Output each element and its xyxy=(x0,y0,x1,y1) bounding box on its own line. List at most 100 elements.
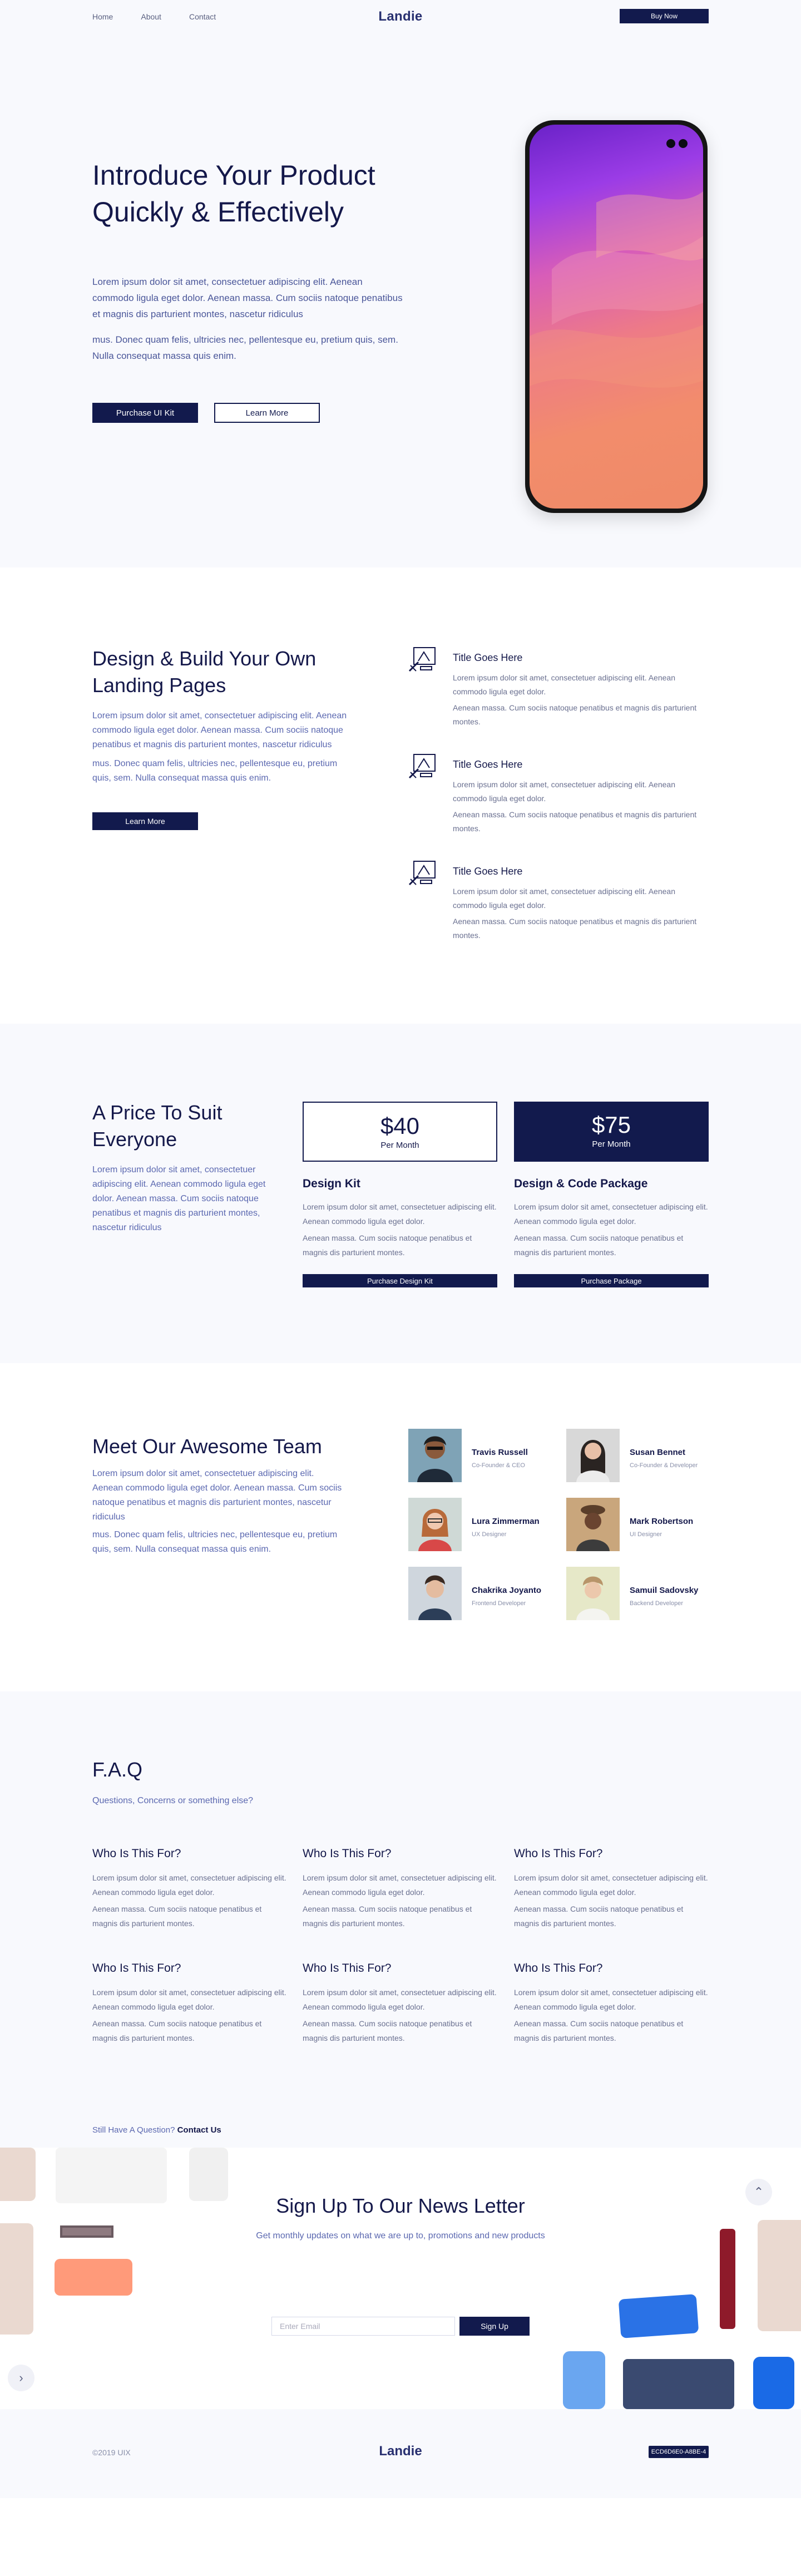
chevron-right-icon[interactable]: › xyxy=(8,2365,34,2391)
design-tool-icon xyxy=(408,861,436,886)
newsletter-title: Sign Up To Our News Letter xyxy=(276,2194,525,2217)
phone-case-image xyxy=(0,2148,36,2201)
faq-title: F.A.Q xyxy=(92,1758,143,1781)
faq-answer: Aenean massa. Cum sociis natoque penatib… xyxy=(514,2019,684,2042)
phone-case-image xyxy=(753,2357,794,2409)
purchase-package-button[interactable]: Purchase Package xyxy=(514,1274,709,1287)
member-name: Samuil Sadovsky xyxy=(630,1586,699,1595)
faq-answer: Lorem ipsum dolor sit amet, consectetuer… xyxy=(303,1988,497,2011)
feature-text: Aenean massa. Cum sociis natoque penatib… xyxy=(453,703,697,726)
team-member-card: Lura Zimmerman UX Designer xyxy=(408,1498,553,1551)
plan-text: Aenean massa. Cum sociis natoque penatib… xyxy=(303,1233,472,1257)
hero-paragraph-1: Lorem ipsum dolor sit amet, consectetuer… xyxy=(92,277,403,319)
faq-item: Who Is This For? Lorem ipsum dolor sit a… xyxy=(303,1962,497,2045)
sign-up-button[interactable]: Sign Up xyxy=(459,2317,530,2336)
avatar xyxy=(566,1498,620,1551)
team-member-card: Samuil Sadovsky Backend Developer xyxy=(566,1567,711,1620)
price-box: $40 Per Month xyxy=(303,1102,497,1162)
footer-tag-badge: ECD6D6E0-A8BE-4 xyxy=(649,2446,709,2458)
member-role: Backend Developer xyxy=(630,1600,684,1607)
member-role: UX Designer xyxy=(472,1531,507,1538)
avatar xyxy=(408,1498,462,1551)
plan-card-package: $75 Per Month Design & Code Package Lore… xyxy=(514,1102,709,1287)
team-member-card: Mark Robertson UI Designer xyxy=(566,1498,711,1551)
design-title: Design & Build Your Own Landing Pages xyxy=(92,647,317,697)
member-name: Lura Zimmerman xyxy=(472,1517,540,1526)
avatar xyxy=(408,1567,462,1620)
faq-answer: Aenean massa. Cum sociis natoque penatib… xyxy=(92,2019,262,2042)
purchase-design-kit-button[interactable]: Purchase Design Kit xyxy=(303,1274,497,1287)
faq-item: Who Is This For? Lorem ipsum dolor sit a… xyxy=(92,1847,287,1931)
email-field[interactable] xyxy=(271,2317,455,2336)
faq-answer: Lorem ipsum dolor sit amet, consectetuer… xyxy=(514,1873,708,1897)
faq-question: Who Is This For? xyxy=(514,1962,603,1975)
product-box-image xyxy=(623,2359,734,2409)
faq-item: Who Is This For? Lorem ipsum dolor sit a… xyxy=(92,1962,287,2045)
pricing-title: A Price To Suit Everyone xyxy=(92,1101,222,1151)
feature-text: Lorem ipsum dolor sit amet, consectetuer… xyxy=(453,780,675,803)
member-role: Co-Founder & CEO xyxy=(472,1462,525,1469)
plan-text: Lorem ipsum dolor sit amet, consectetuer… xyxy=(514,1202,708,1226)
team-section: Meet Our Awesome Team Lorem ipsum dolor … xyxy=(0,1363,801,1691)
faq-item: Who Is This For? Lorem ipsum dolor sit a… xyxy=(514,1847,709,1931)
faq-subtitle: Questions, Concerns or something else? xyxy=(92,1796,254,1805)
price-period: Per Month xyxy=(592,1139,631,1149)
member-role: Co-Founder & Developer xyxy=(630,1462,698,1469)
phone-screen xyxy=(530,125,703,509)
member-role: UI Designer xyxy=(630,1531,662,1538)
plan-card-design-kit: $40 Per Month Design Kit Lorem ipsum dol… xyxy=(303,1102,497,1287)
still-have-question: Still Have A Question? Contact Us xyxy=(92,2125,221,2135)
price-amount: $40 xyxy=(380,1113,420,1139)
hero-section: Introduce Your Product Quickly & Effecti… xyxy=(0,33,801,567)
watch-band-image xyxy=(720,2229,735,2329)
still-question-text: Still Have A Question? xyxy=(92,2125,175,2135)
faq-item: Who Is This For? Lorem ipsum dolor sit a… xyxy=(303,1847,497,1931)
faq-question: Who Is This For? xyxy=(303,1962,392,1975)
design-tool-icon xyxy=(408,647,436,672)
feature-item: Title Goes Here Lorem ipsum dolor sit am… xyxy=(408,859,709,954)
price-amount: $75 xyxy=(591,1112,631,1138)
hero-learn-more-button[interactable]: Learn More xyxy=(214,403,320,423)
hero-title: Introduce Your Product Quickly & Effecti… xyxy=(92,160,375,228)
design-tool-icon xyxy=(408,754,436,779)
avatar xyxy=(566,1429,620,1482)
faq-answer: Lorem ipsum dolor sit amet, consectetuer… xyxy=(92,1873,286,1897)
plan-name: Design Kit xyxy=(303,1177,360,1190)
purchase-ui-kit-button[interactable]: Purchase UI Kit xyxy=(92,403,198,423)
faq-question: Who Is This For? xyxy=(514,1847,603,1860)
member-role: Frontend Developer xyxy=(472,1600,526,1607)
feature-text: Aenean massa. Cum sociis natoque penatib… xyxy=(453,810,697,833)
team-member-card: Travis Russell Co-Founder & CEO xyxy=(408,1429,553,1482)
buy-now-button[interactable]: Buy Now xyxy=(620,9,709,23)
price-period: Per Month xyxy=(380,1141,419,1150)
faq-item: Who Is This For? Lorem ipsum dolor sit a… xyxy=(514,1962,709,2045)
faq-answer: Lorem ipsum dolor sit amet, consectetuer… xyxy=(92,1988,286,2011)
team-title: Meet Our Awesome Team xyxy=(92,1435,322,1458)
avatar xyxy=(408,1429,462,1482)
member-name: Susan Bennet xyxy=(630,1448,686,1457)
contact-us-link[interactable]: Contact Us xyxy=(177,2125,221,2135)
plan-text: Lorem ipsum dolor sit amet, consectetuer… xyxy=(303,1202,497,1226)
member-name: Mark Robertson xyxy=(630,1517,694,1526)
team-member-card: Chakrika Joyanto Frontend Developer xyxy=(408,1567,553,1620)
pricing-section: A Price To Suit Everyone Lorem ipsum dol… xyxy=(0,1024,801,1363)
member-name: Chakrika Joyanto xyxy=(472,1586,542,1595)
team-member-card: Susan Bennet Co-Founder & Developer xyxy=(566,1429,711,1482)
design-learn-more-button[interactable]: Learn More xyxy=(92,812,198,830)
faq-answer: Aenean massa. Cum sociis natoque penatib… xyxy=(514,1904,684,1928)
top-nav: Home About Contact Landie Buy Now xyxy=(0,0,801,33)
phone-mockup-image xyxy=(525,120,708,513)
faq-answer: Aenean massa. Cum sociis natoque penatib… xyxy=(303,1904,472,1928)
abstract-wave-art xyxy=(530,191,703,388)
feature-title: Title Goes Here xyxy=(453,652,523,663)
feature-text: Lorem ipsum dolor sit amet, consectetuer… xyxy=(453,673,675,696)
design-section: Design & Build Your Own Landing Pages Lo… xyxy=(0,567,801,1024)
faq-question: Who Is This For? xyxy=(92,1962,181,1975)
phone-case-image xyxy=(618,2294,699,2338)
faq-question: Who Is This For? xyxy=(303,1847,392,1860)
hero-paragraph-2: mus. Donec quam felis, ultricies nec, pe… xyxy=(92,334,398,361)
pricing-description: Lorem ipsum dolor sit amet, consectetuer… xyxy=(92,1165,266,1232)
team-paragraph-2: mus. Donec quam felis, ultricies nec, pe… xyxy=(92,1530,338,1554)
phone-case-image xyxy=(55,2259,132,2296)
plan-name: Design & Code Package xyxy=(514,1177,648,1190)
